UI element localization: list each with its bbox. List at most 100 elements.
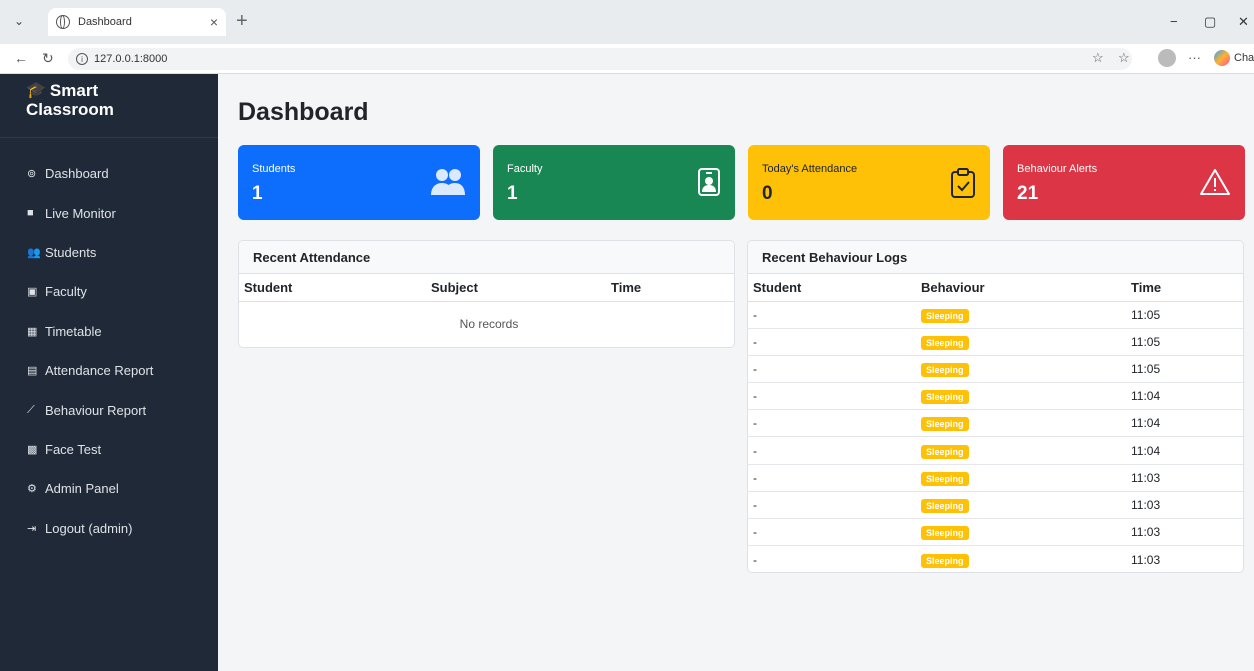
behaviour-badge: Sleeping: [921, 362, 969, 377]
people-icon: 👥: [27, 246, 41, 259]
chat-label[interactable]: Chat: [1234, 52, 1254, 64]
sidebar-item-dashboard[interactable]: ⊚ Dashboard: [0, 154, 218, 193]
copilot-icon[interactable]: [1214, 50, 1230, 66]
cell-time: 11:03: [1126, 491, 1243, 520]
stat-card-label: Behaviour Alerts: [1017, 163, 1098, 175]
star-icon[interactable]: ☆: [1092, 50, 1104, 66]
sidebar-item-behaviour-report[interactable]: ⟋ Behaviour Report: [0, 390, 218, 429]
recent-behaviour-panel: Recent Behaviour Logs Student Behaviour …: [747, 240, 1244, 573]
column-header[interactable]: Subject: [426, 274, 606, 302]
stat-card-value: 21: [1017, 183, 1039, 204]
behaviour-badge: Sleeping: [921, 417, 969, 432]
calendar-icon: ▦: [27, 325, 38, 338]
url-input[interactable]: i 127.0.0.1:8000: [68, 48, 1132, 70]
reload-icon[interactable]: ↻: [42, 50, 54, 67]
sidebar-item-timetable[interactable]: ▦ Timetable: [0, 312, 218, 351]
table-row: - Sleeping 11:04: [748, 382, 1243, 411]
column-header[interactable]: Time: [1126, 274, 1243, 302]
behaviour-badge: Sleeping: [921, 553, 969, 568]
back-arrow-icon[interactable]: ←: [14, 50, 28, 66]
main-content: Dashboard Students 1 Faculty 1 Today's A…: [218, 74, 1254, 671]
browser-tab-bar: ⌄ Dashboard × + − ▢ ✕: [0, 0, 1254, 44]
table-row: - Sleeping 11:03: [748, 546, 1243, 572]
restore-button[interactable]: ▢: [1204, 14, 1216, 30]
sidebar-item-admin-panel[interactable]: ⚙ Admin Panel: [0, 469, 218, 508]
tab-list-chevron-icon[interactable]: ⌄: [14, 14, 24, 28]
table-row: - Sleeping 11:03: [748, 464, 1243, 492]
tab-close-icon[interactable]: ×: [210, 14, 218, 30]
stat-card-label: Students: [252, 163, 296, 175]
stat-card-value: 0: [762, 183, 773, 204]
profile-avatar[interactable]: [1158, 49, 1176, 67]
badge-icon: ▣: [27, 286, 38, 299]
sidebar-item-logout[interactable]: ⇥ Logout (admin): [0, 509, 218, 548]
stat-card-behaviour-alerts[interactable]: Behaviour Alerts 21: [1003, 145, 1245, 220]
behaviour-badge: Sleeping: [921, 390, 969, 405]
stat-card-attendance[interactable]: Today's Attendance 0: [748, 145, 990, 220]
sidebar-item-label: Behaviour Report: [45, 402, 147, 418]
more-menu-icon[interactable]: ···: [1188, 50, 1201, 65]
table-row: - Sleeping 11:04: [748, 436, 1243, 465]
behaviour-badge: Sleeping: [921, 498, 969, 513]
brand-line2: Classroom: [26, 100, 114, 119]
cell-student: -: [748, 328, 916, 356]
sidebar-item-face-test[interactable]: ▩ Face Test: [0, 430, 218, 469]
empty-state: No records: [239, 301, 734, 347]
tab-title: Dashboard: [78, 16, 132, 28]
graph-icon: ⟋: [27, 403, 35, 416]
cell-student: -: [748, 436, 916, 465]
sidebar-item-label: Attendance Report: [45, 363, 154, 379]
cell-time: 11:03: [1126, 518, 1243, 547]
info-icon[interactable]: i: [76, 53, 88, 65]
cell-student: -: [748, 382, 916, 411]
stat-card-label: Faculty: [507, 163, 543, 175]
column-header[interactable]: Student: [239, 274, 426, 302]
logout-icon: ⇥: [27, 522, 37, 535]
cell-student: -: [748, 409, 916, 438]
behaviour-badge: Sleeping: [921, 335, 969, 350]
sidebar-item-label: Admin Panel: [45, 481, 119, 497]
sidebar-item-label: Students: [45, 244, 97, 260]
column-header[interactable]: Student: [748, 274, 916, 302]
table-row: - Sleeping 11:05: [748, 301, 1243, 329]
sidebar-item-label: Live Monitor: [45, 205, 116, 221]
stat-card-students[interactable]: Students 1: [238, 145, 480, 220]
column-header[interactable]: Time: [606, 274, 734, 302]
graduation-cap-icon: 🎓: [26, 82, 46, 99]
panel-title: Recent Attendance: [239, 241, 734, 274]
cell-student: -: [748, 355, 916, 384]
cell-time: 11:04: [1126, 409, 1243, 438]
close-window-button[interactable]: ✕: [1238, 14, 1249, 30]
stat-card-faculty[interactable]: Faculty 1: [493, 145, 735, 220]
globe-icon: [56, 14, 70, 29]
browser-tab[interactable]: Dashboard ×: [48, 8, 226, 36]
sidebar-item-faculty[interactable]: ▣ Faculty: [0, 272, 218, 311]
table-row: - Sleeping 11:05: [748, 355, 1243, 384]
sidebar-item-students[interactable]: 👥 Students: [0, 233, 218, 272]
dashboard-icon: ⊚: [27, 168, 37, 181]
column-header[interactable]: Behaviour: [916, 274, 1126, 302]
table-row: - Sleeping 11:04: [748, 409, 1243, 438]
cell-time: 11:05: [1126, 328, 1243, 356]
stat-card-label: Today's Attendance: [762, 163, 858, 175]
table-row: - Sleeping 11:05: [748, 328, 1243, 356]
new-tab-button[interactable]: +: [236, 10, 248, 33]
table-row: - Sleeping 11:03: [748, 491, 1243, 520]
behaviour-badge: Sleeping: [921, 444, 969, 459]
page-title: Dashboard: [238, 98, 369, 126]
cell-time: 11:03: [1126, 464, 1243, 492]
clipboard-check-icon: [950, 167, 976, 206]
brand[interactable]: 🎓 Smart Classroom: [0, 74, 218, 138]
sidebar-item-label: Logout (admin): [45, 520, 133, 536]
minimize-button[interactable]: −: [1170, 14, 1178, 29]
table-row: - Sleeping 11:03: [748, 518, 1243, 547]
cell-time: 11:03: [1131, 552, 1161, 567]
sidebar-item-live-monitor[interactable]: ■ Live Monitor: [0, 193, 218, 232]
sidebar-item-attendance-report[interactable]: ▤ Attendance Report: [0, 351, 218, 390]
cell-student: -: [753, 552, 757, 567]
behaviour-badge: Sleeping: [921, 526, 969, 541]
cell-time: 11:05: [1126, 355, 1243, 384]
cell-time: 11:05: [1126, 301, 1243, 329]
favorites-icon[interactable]: ☆: [1118, 50, 1130, 66]
brand-line1: Smart: [49, 80, 99, 100]
